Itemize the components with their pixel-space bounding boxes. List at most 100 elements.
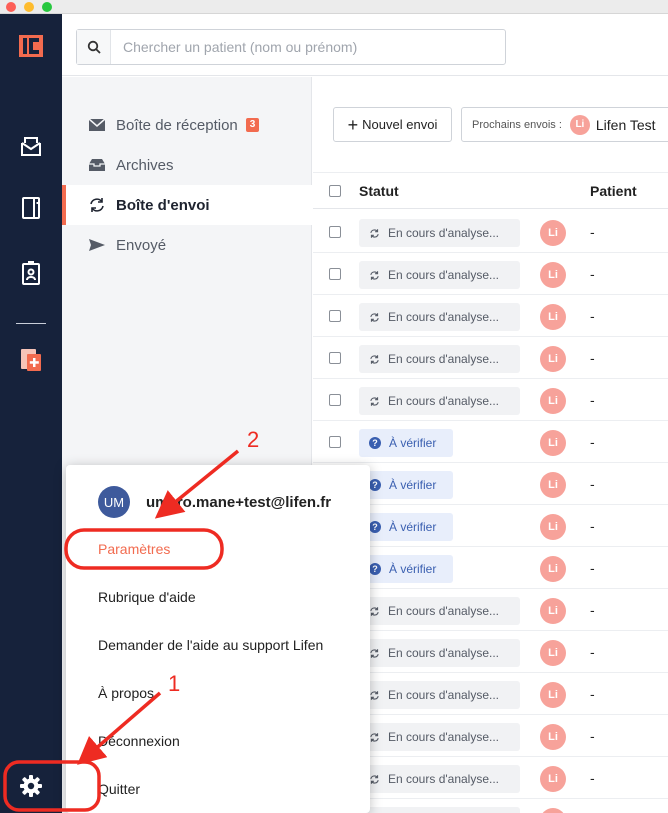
menu-item-quit[interactable]: Quitter: [98, 781, 140, 797]
sync-icon: [369, 690, 380, 701]
row-checkbox[interactable]: [329, 352, 341, 364]
status-text: En cours d'analyse...: [388, 352, 500, 366]
patient-cell: -: [590, 644, 595, 660]
column-header-patient[interactable]: Patient: [590, 183, 637, 199]
avatar: Li: [540, 724, 566, 750]
row-checkbox[interactable]: [329, 310, 341, 322]
status-text: À vérifier: [389, 562, 437, 576]
patient-cell: -: [590, 518, 595, 534]
table-row[interactable]: En cours d'analyse... Li -: [313, 337, 668, 379]
medical-document-icon[interactable]: [0, 346, 62, 374]
status-badge: En cours d'analyse...: [359, 219, 520, 247]
rail-divider: [16, 323, 46, 324]
avatar: Li: [540, 556, 566, 582]
patient-badge-icon[interactable]: [0, 259, 62, 287]
avatar: Li: [540, 430, 566, 456]
status-badge: En cours d'analyse...: [359, 807, 520, 813]
search-input[interactable]: [111, 39, 491, 55]
status-text: En cours d'analyse...: [388, 646, 500, 660]
sync-icon: [369, 648, 380, 659]
avatar: Li: [540, 640, 566, 666]
next-sends-label: Prochains envois :: [472, 118, 562, 131]
select-all-checkbox[interactable]: [329, 184, 341, 197]
minimize-window-button[interactable]: [24, 2, 34, 12]
sidebar-item-sent[interactable]: Envoyé: [62, 225, 312, 265]
menu-item-logout[interactable]: Déconnexion: [98, 733, 180, 749]
lifen-logo-icon[interactable]: [0, 31, 62, 61]
status-text: En cours d'analyse...: [388, 394, 500, 408]
window-title-bar: [0, 0, 668, 14]
status-badge: En cours d'analyse...: [359, 681, 520, 709]
status-badge: En cours d'analyse...: [359, 597, 520, 625]
sync-icon: [369, 606, 380, 617]
avatar: Li: [540, 808, 566, 813]
table-row[interactable]: En cours d'analyse... Li -: [313, 379, 668, 421]
avatar: Li: [540, 598, 566, 624]
mail-icon[interactable]: [0, 132, 62, 160]
zoom-window-button[interactable]: [42, 2, 52, 12]
status-text: En cours d'analyse...: [388, 688, 500, 702]
status-badge: En cours d'analyse...: [359, 345, 520, 373]
row-checkbox[interactable]: [329, 226, 341, 238]
table-row[interactable]: En cours d'analyse... Li -: [313, 253, 668, 295]
sidebar-item-label: Archives: [116, 156, 174, 174]
status-badge: En cours d'analyse...: [359, 261, 520, 289]
status-badge: ? À vérifier: [359, 555, 453, 583]
sidebar-item-archives[interactable]: Archives: [62, 145, 312, 185]
status-text: En cours d'analyse...: [388, 226, 500, 240]
sidebar-item-label: Boîte d'envoi: [116, 196, 210, 214]
menu-item-support[interactable]: Demander de l'aide au support Lifen: [98, 637, 323, 653]
sidebar-item-inbox[interactable]: Boîte de réception 3: [62, 105, 312, 145]
status-badge: En cours d'analyse...: [359, 303, 520, 331]
avatar: Li: [540, 766, 566, 792]
patient-cell: -: [590, 476, 595, 492]
status-text: À vérifier: [389, 436, 437, 450]
table-row[interactable]: En cours d'analyse... Li -: [313, 295, 668, 337]
status-badge: ? À vérifier: [359, 429, 453, 457]
patient-cell: -: [590, 224, 595, 240]
sync-icon: [369, 228, 380, 239]
row-checkbox[interactable]: [329, 268, 341, 280]
send-icon: [88, 237, 106, 253]
patient-cell: -: [590, 266, 595, 282]
user-email: umaro.mane+test@lifen.fr: [146, 493, 332, 511]
patient-cell: -: [590, 392, 595, 408]
contact-book-icon[interactable]: [0, 194, 62, 222]
search-icon: [77, 30, 111, 64]
table-row[interactable]: En cours d'analyse... Li -: [313, 211, 668, 253]
status-text: En cours d'analyse...: [388, 772, 500, 786]
close-window-button[interactable]: [6, 2, 16, 12]
sync-icon: [369, 396, 380, 407]
next-sends-selector[interactable]: Prochains envois : Li Lifen Test: [461, 107, 668, 142]
menu-item-settings[interactable]: Paramètres: [98, 541, 170, 557]
column-header-status[interactable]: Statut: [359, 183, 399, 199]
table-row[interactable]: ? À vérifier Li -: [313, 421, 668, 463]
menu-item-about[interactable]: À propos: [98, 685, 154, 701]
patient-cell: -: [590, 686, 595, 702]
question-icon: ?: [369, 479, 381, 491]
patient-cell: -: [590, 602, 595, 618]
sync-icon: [369, 732, 380, 743]
patient-search[interactable]: [76, 29, 506, 65]
sync-icon: [88, 197, 106, 213]
menu-item-help[interactable]: Rubrique d'aide: [98, 589, 196, 605]
question-icon: ?: [369, 521, 381, 533]
sidebar-item-outbox[interactable]: Boîte d'envoi: [62, 185, 312, 225]
sidebar-item-label: Boîte de réception: [116, 116, 238, 134]
question-icon: ?: [369, 437, 381, 449]
patient-cell: -: [590, 770, 595, 786]
avatar: Li: [540, 388, 566, 414]
row-checkbox[interactable]: [329, 436, 341, 448]
status-text: En cours d'analyse...: [388, 310, 500, 324]
status-text: À vérifier: [389, 520, 437, 534]
gear-icon[interactable]: [0, 772, 62, 800]
row-checkbox[interactable]: [329, 394, 341, 406]
annotation-step-1: 1: [168, 671, 181, 696]
annotation-step-2: 2: [247, 427, 260, 452]
new-send-button[interactable]: + Nouvel envoi: [333, 107, 452, 142]
sync-icon: [369, 270, 380, 281]
new-send-label: Nouvel envoi: [362, 117, 438, 132]
plus-icon: +: [347, 114, 359, 135]
sync-icon: [369, 354, 380, 365]
patient-cell: -: [590, 560, 595, 576]
